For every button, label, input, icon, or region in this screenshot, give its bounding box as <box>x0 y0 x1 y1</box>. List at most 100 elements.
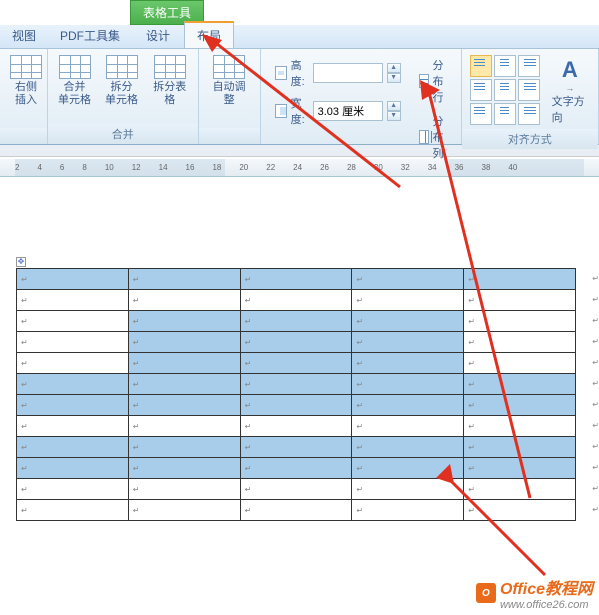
table-move-handle[interactable]: ✥ <box>16 257 26 267</box>
distribute-cols-icon <box>419 130 430 144</box>
width-input[interactable] <box>313 101 383 121</box>
align-mid-center[interactable] <box>494 79 516 101</box>
tab-layout[interactable]: 布局 <box>184 21 234 48</box>
table-cell[interactable]: ↵ <box>128 332 240 353</box>
insert-right-button[interactable]: 右侧插入 <box>6 53 46 109</box>
table-cell[interactable]: ↵ <box>352 374 464 395</box>
table-cell[interactable]: ↵ <box>352 353 464 374</box>
table-cell[interactable]: ↵ <box>464 416 576 437</box>
table-cell[interactable]: ↵ <box>240 332 352 353</box>
text-direction-button[interactable]: A → 文字方向 <box>548 53 592 129</box>
height-down[interactable]: ▼ <box>387 73 401 83</box>
split-cells-button[interactable]: 拆分 单元格 <box>101 53 142 109</box>
table-cell[interactable]: ↵ <box>17 437 129 458</box>
table-cell[interactable]: ↵ <box>17 416 129 437</box>
table-cell[interactable]: ↵ <box>464 374 576 395</box>
table-cell[interactable]: ↵ <box>464 479 576 500</box>
split-table-button[interactable]: 拆分表格 <box>148 53 192 109</box>
table-cell[interactable]: ↵ <box>17 395 129 416</box>
text-direction-icon: A <box>562 57 578 83</box>
table-cell[interactable]: ↵ <box>17 500 129 521</box>
table-cell[interactable]: ↵ <box>464 395 576 416</box>
table-cell[interactable]: ↵ <box>17 458 129 479</box>
table-cell[interactable]: ↵ <box>17 290 129 311</box>
align-mid-right[interactable] <box>518 79 540 101</box>
tab-pdf-tools[interactable]: PDF工具集 <box>48 23 132 48</box>
table-cell[interactable]: ↵ <box>352 395 464 416</box>
document-table[interactable]: ↵↵↵↵↵↵↵↵↵↵↵↵↵↵↵↵↵↵↵↵↵↵↵↵↵↵↵↵↵↵↵↵↵↵↵↵↵↵↵↵… <box>16 268 576 521</box>
table-cell[interactable]: ↵ <box>352 479 464 500</box>
table-cell[interactable]: ↵ <box>464 311 576 332</box>
align-top-left[interactable] <box>470 55 492 77</box>
horizontal-ruler[interactable]: 246810121416182022242628303234363840 <box>0 159 599 177</box>
table-cell[interactable]: ↵ <box>352 290 464 311</box>
distribute-rows-button[interactable]: 分布行 <box>419 57 451 105</box>
table-cell[interactable]: ↵ <box>128 500 240 521</box>
table-cell[interactable]: ↵ <box>17 353 129 374</box>
tab-view[interactable]: 视图 <box>0 23 48 48</box>
table-cell[interactable]: ↵ <box>352 416 464 437</box>
table-cell[interactable]: ↵ <box>128 458 240 479</box>
table-cell[interactable]: ↵ <box>128 437 240 458</box>
width-down[interactable]: ▼ <box>387 111 401 121</box>
table-cell[interactable]: ↵ <box>240 290 352 311</box>
table-cell[interactable]: ↵ <box>128 353 240 374</box>
table-cell[interactable]: ↵ <box>464 332 576 353</box>
table-cell[interactable]: ↵ <box>352 332 464 353</box>
align-mid-left[interactable] <box>470 79 492 101</box>
table-cell[interactable]: ↵ <box>240 437 352 458</box>
table-cell[interactable]: ↵ <box>240 500 352 521</box>
tab-design[interactable]: 设计 <box>132 23 184 48</box>
table-cell[interactable]: ↵ <box>128 479 240 500</box>
table-cell[interactable]: ↵ <box>17 311 129 332</box>
height-input[interactable] <box>313 63 383 83</box>
insert-right-icon <box>10 55 42 79</box>
table-cell[interactable]: ↵ <box>240 416 352 437</box>
autofit-button[interactable]: 自动调整 <box>205 53 254 109</box>
table-cell[interactable]: ↵ <box>128 374 240 395</box>
table-cell[interactable]: ↵ <box>128 311 240 332</box>
table-cell[interactable]: ↵ <box>128 416 240 437</box>
table-cell[interactable]: ↵ <box>464 269 576 290</box>
distribute-rows-icon <box>419 74 430 88</box>
merge-cells-button[interactable]: 合并 单元格 <box>54 53 95 109</box>
table-cell[interactable]: ↵ <box>128 290 240 311</box>
table-cell[interactable]: ↵ <box>464 290 576 311</box>
table-cell[interactable]: ↵ <box>240 269 352 290</box>
height-label: 高度: <box>291 57 309 89</box>
table-cell[interactable]: ↵ <box>352 500 464 521</box>
width-up[interactable]: ▲ <box>387 101 401 111</box>
distribute-cols-button[interactable]: 分布列 <box>419 113 451 161</box>
table-cell[interactable]: ↵ <box>352 437 464 458</box>
table-cell[interactable]: ↵ <box>464 437 576 458</box>
split-table-icon <box>154 55 186 79</box>
table-cell[interactable]: ↵ <box>128 395 240 416</box>
table-cell[interactable]: ↵ <box>17 269 129 290</box>
table-cell[interactable]: ↵ <box>240 395 352 416</box>
document-area[interactable]: ✥ ↵↵↵↵↵↵↵↵↵↵↵↵↵↵↵↵↵↵↵↵↵↵↵↵↵↵↵↵↵↵↵↵↵↵↵↵↵↵… <box>0 177 599 521</box>
table-cell[interactable]: ↵ <box>464 458 576 479</box>
align-top-center[interactable] <box>494 55 516 77</box>
split-cells-icon <box>106 55 138 79</box>
table-cell[interactable]: ↵ <box>240 311 352 332</box>
table-cell[interactable]: ↵ <box>17 332 129 353</box>
table-cell[interactable]: ↵ <box>240 458 352 479</box>
table-cell[interactable]: ↵ <box>17 479 129 500</box>
table-cell[interactable]: ↵ <box>240 353 352 374</box>
table-cell[interactable]: ↵ <box>128 269 240 290</box>
align-bot-right[interactable] <box>518 103 540 125</box>
align-top-right[interactable] <box>518 55 540 77</box>
table-cell[interactable]: ↵ <box>352 458 464 479</box>
table-cell[interactable]: ↵ <box>240 374 352 395</box>
table-cell[interactable]: ↵ <box>240 479 352 500</box>
width-label: 宽度: <box>291 95 309 127</box>
autofit-icon <box>213 55 245 79</box>
table-cell[interactable]: ↵ <box>352 311 464 332</box>
table-cell[interactable]: ↵ <box>17 374 129 395</box>
table-cell[interactable]: ↵ <box>464 500 576 521</box>
align-bot-left[interactable] <box>470 103 492 125</box>
table-cell[interactable]: ↵ <box>464 353 576 374</box>
align-bot-center[interactable] <box>494 103 516 125</box>
table-cell[interactable]: ↵ <box>352 269 464 290</box>
height-up[interactable]: ▲ <box>387 63 401 73</box>
